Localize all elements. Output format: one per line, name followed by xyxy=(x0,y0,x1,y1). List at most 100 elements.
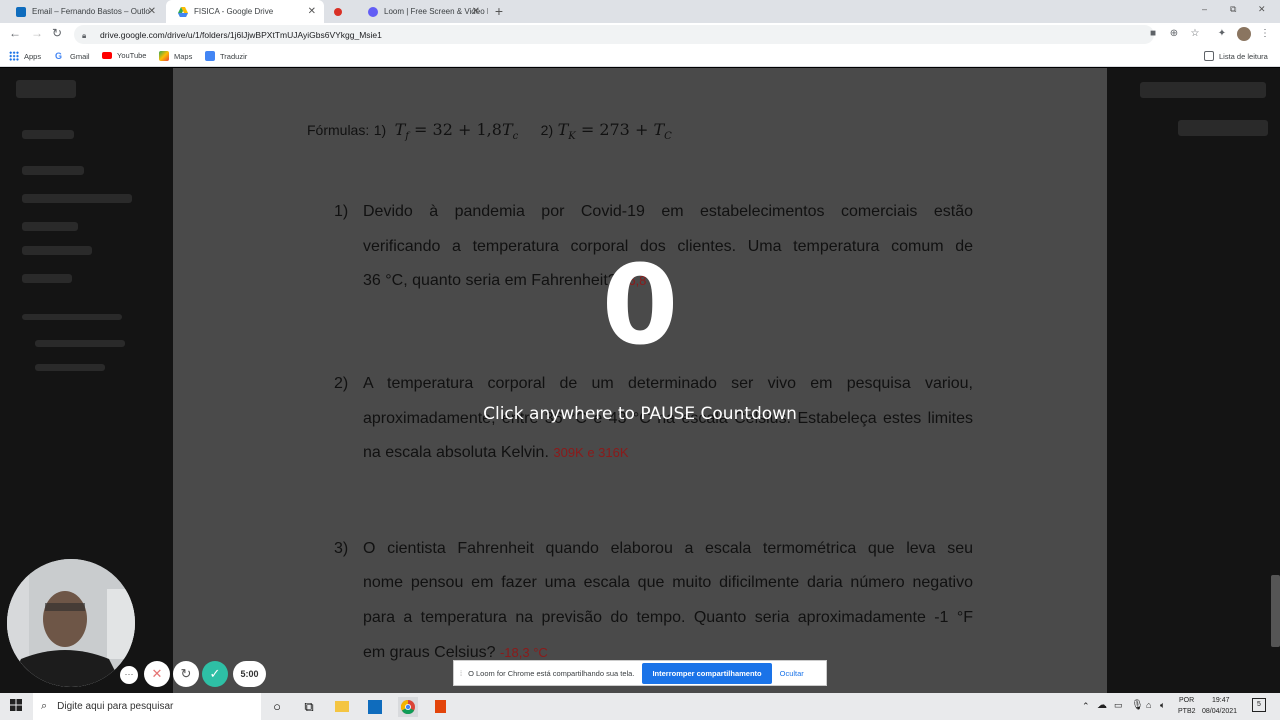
question-3-line: para a temperatura na previsão do tempo.… xyxy=(363,609,973,626)
file-explorer-icon[interactable] xyxy=(332,697,352,717)
chrome-icon[interactable] xyxy=(398,697,418,717)
notification-count: 5 xyxy=(1257,701,1261,708)
bookmark-traduzir[interactable]: Traduzir xyxy=(205,51,247,61)
cancel-recording-button[interactable]: ✕ xyxy=(144,661,170,687)
google-drive-icon xyxy=(178,6,188,17)
volume-icon[interactable]: 🔈︎ xyxy=(1160,700,1165,711)
reload-icon[interactable]: ↻ xyxy=(52,26,62,40)
formula-2-number: 2) xyxy=(540,122,554,138)
sidebar-item xyxy=(22,194,132,203)
screen-share-bar: ⁞ O Loom for Chrome está compartilhando … xyxy=(453,660,827,686)
question-2-line: na escala absoluta Kelvin. xyxy=(363,444,549,461)
question-2-last-line: na escala absoluta Kelvin. 309K e 316K xyxy=(363,444,973,462)
network-icon[interactable]: ⌂ xyxy=(1146,700,1151,710)
loom-icon xyxy=(368,6,378,17)
stop-sharing-button[interactable]: Interromper compartilhamento xyxy=(642,662,772,684)
webcam-person-image xyxy=(7,559,135,687)
formula-1: Tf = 32 + 1,8Tc xyxy=(394,120,519,143)
back-icon[interactable]: ← xyxy=(9,26,21,40)
close-icon: ✕ xyxy=(151,666,163,681)
webcam-bubble[interactable] xyxy=(7,559,135,687)
question-2-line: A temperatura corporal de um determinado… xyxy=(363,375,973,392)
new-tab-button[interactable]: + xyxy=(491,3,507,19)
taskbar-search[interactable]: ⌕ Digite aqui para pesquisar xyxy=(33,693,261,720)
restart-icon: ↻ xyxy=(180,666,192,681)
tab-strip: Email – Fernando Bastos – Outlo ✕ FISICA… xyxy=(0,0,1280,23)
windows-start-icon[interactable] xyxy=(6,697,26,717)
share-message: O Loom for Chrome está compartilhando su… xyxy=(468,668,635,678)
translate-icon xyxy=(205,51,215,61)
task-view-icon[interactable]: ⧉ xyxy=(299,697,319,717)
question-2-number: 2) xyxy=(334,375,349,392)
minimize-button[interactable]: – xyxy=(1202,4,1207,14)
extensions-icon[interactable]: ✦ xyxy=(1216,28,1228,40)
avatar[interactable] xyxy=(1237,27,1251,41)
sidebar-item xyxy=(22,166,84,175)
storage-bar xyxy=(22,314,122,320)
question-3-line: em graus Celsius? xyxy=(363,644,496,661)
bookmark-apps[interactable]: Apps xyxy=(9,51,41,61)
url-text: drive.google.com/drive/u/1/folders/1j6lJ… xyxy=(100,29,382,40)
tab-google-drive[interactable]: FISICA - Google Drive ✕ xyxy=(166,0,324,23)
notifications-icon[interactable]: 5 xyxy=(1252,698,1266,712)
bookmark-gmail[interactable]: G Gmail xyxy=(55,51,90,61)
search-icon: ⌕ xyxy=(41,700,48,712)
bookmark-youtube[interactable]: YouTube xyxy=(102,51,146,60)
outlook-icon[interactable] xyxy=(365,697,385,717)
sidebar-item xyxy=(22,274,72,283)
question-3-answer: -18,3 °C xyxy=(499,645,548,660)
close-window-button[interactable]: ✕ xyxy=(1258,4,1266,15)
tab-loom[interactable]: Loom | Free Screen & Video Rec ✕ xyxy=(326,0,488,23)
clock-date[interactable]: 08/04/2021 xyxy=(1202,708,1237,715)
more-options-button[interactable]: ··· xyxy=(120,666,138,684)
cloud-icon[interactable]: ☁ xyxy=(1097,700,1107,711)
question-3-line: O cientista Fahrenheit quando elaborou a… xyxy=(363,540,973,557)
forward-icon[interactable]: → xyxy=(31,26,43,40)
taskbar: ⌕ Digite aqui para pesquisar ○ ⧉ ⌃ ☁ ▭ 🎙… xyxy=(0,693,1280,720)
clock-time[interactable]: 19:47 xyxy=(1212,697,1230,704)
menu-icon[interactable]: ⋮ xyxy=(1259,28,1271,40)
tab-outlook[interactable]: Email – Fernando Bastos – Outlo ✕ xyxy=(4,0,164,23)
question-2-answer: 309K e 316K xyxy=(553,445,629,460)
show-hidden-icons[interactable]: ⌃ xyxy=(1082,701,1090,712)
keyboard-layout[interactable]: PTB2 xyxy=(1178,708,1196,715)
close-icon[interactable]: ✕ xyxy=(148,6,156,17)
office-icon[interactable] xyxy=(430,697,450,717)
drag-handle-icon[interactable]: ⁞ xyxy=(460,669,462,678)
google-g-icon: G xyxy=(55,51,63,61)
microphone-icon[interactable]: 🎙︎ xyxy=(1131,700,1144,711)
restore-button[interactable]: ⧉ xyxy=(1230,4,1236,15)
formula-1-number: 1) xyxy=(373,122,387,138)
sidebar-item xyxy=(22,246,92,255)
hide-button[interactable]: Ocultar xyxy=(780,669,804,678)
language-indicator[interactable]: POR xyxy=(1179,697,1194,704)
outlook-icon xyxy=(16,6,26,17)
question-1-line: 36 °C, quanto seria em Fahrenheit? xyxy=(363,272,617,289)
timer-text: 5:00 xyxy=(240,669,259,679)
close-icon[interactable]: ✕ xyxy=(308,6,316,17)
pause-countdown-hint[interactable]: Click anywhere to PAUSE Countdown xyxy=(430,404,850,424)
more-icon: ··· xyxy=(124,669,134,679)
recording-timer: 5:00 xyxy=(233,661,266,687)
close-icon[interactable]: ✕ xyxy=(472,6,480,17)
right-panel xyxy=(1178,120,1268,136)
countdown-number[interactable]: 0 xyxy=(580,245,700,365)
camera-icon[interactable]: ■ xyxy=(1147,28,1159,40)
confirm-recording-button[interactable]: ✓ xyxy=(202,661,228,687)
cortana-icon[interactable]: ○ xyxy=(267,697,287,717)
recording-dot-icon xyxy=(334,7,342,16)
address-bar[interactable]: 🔒︎ drive.google.com/drive/u/1/folders/1j… xyxy=(74,25,1154,44)
reading-list[interactable]: Lista de leitura xyxy=(1204,51,1268,61)
battery-icon[interactable]: ▭ xyxy=(1114,700,1123,711)
star-icon[interactable]: ☆ xyxy=(1189,28,1201,40)
sidebar-item xyxy=(22,130,74,139)
bookmark-maps[interactable]: Maps xyxy=(159,51,192,61)
document-viewer[interactable]: Fórmulas: 1) Tf = 32 + 1,8Tc 2) TK = 273… xyxy=(173,68,1107,693)
scrollbar[interactable] xyxy=(1271,575,1280,647)
tab-title: FISICA - Google Drive xyxy=(194,7,274,16)
download-icon[interactable]: ⊕ xyxy=(1168,28,1180,40)
restart-recording-button[interactable]: ↻ xyxy=(173,661,199,687)
formula-2: TK = 273 + TC xyxy=(557,120,672,143)
check-icon: ✓ xyxy=(209,666,221,681)
bookmarks-bar: Apps G Gmail YouTube Maps Traduzir Lista… xyxy=(0,46,1280,67)
